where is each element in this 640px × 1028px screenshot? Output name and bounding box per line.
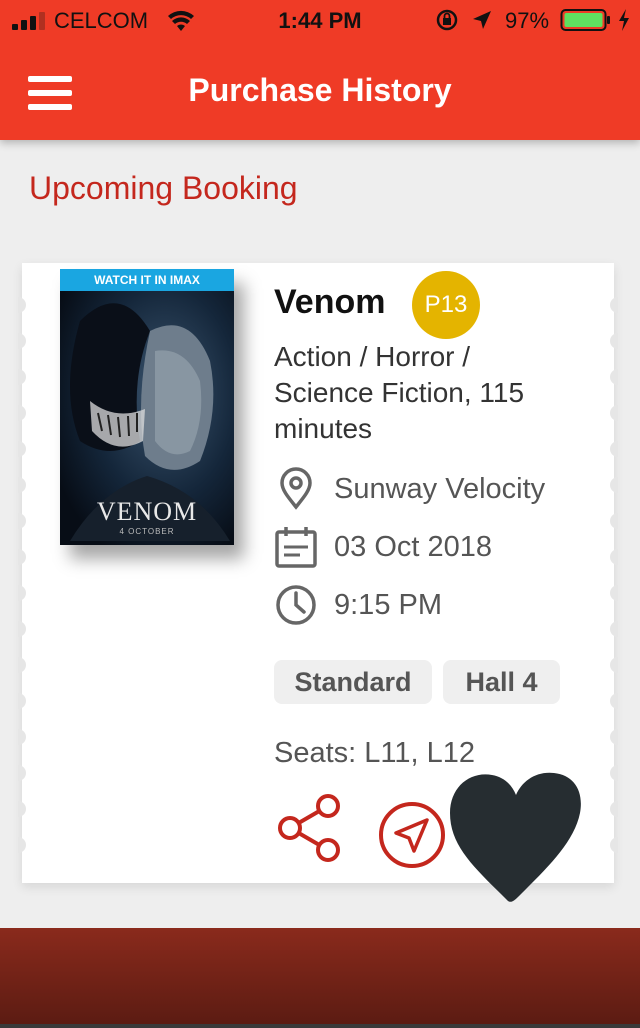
format-chip: Standard <box>274 660 432 704</box>
app-header: CELCOM 1:44 PM 97% Purchase History <box>0 0 640 140</box>
seats-info: Seats: L11, L12 <box>274 737 476 769</box>
share-icon[interactable] <box>276 793 344 863</box>
poster-date: 4 OCTOBER <box>119 527 175 536</box>
poster-title: VENOM <box>96 497 198 526</box>
booking-card[interactable]: WATCH IT IN IMAX VENOM 4 OCTOBER Venom P… <box>18 263 618 902</box>
status-bar: CELCOM 1:44 PM 97% <box>0 0 640 40</box>
battery-percent: 97% <box>505 8 550 33</box>
bottom-divider <box>0 1024 640 1028</box>
show-date: 03 Oct 2018 <box>334 531 492 563</box>
location-icon <box>473 11 491 29</box>
poster-band-text: WATCH IT IN IMAX <box>60 269 234 291</box>
movie-poster: WATCH IT IN IMAX VENOM 4 OCTOBER <box>60 269 234 545</box>
location-pin-icon <box>280 467 312 510</box>
rating-badge: P13 <box>412 271 480 339</box>
ticket-perforation-right <box>608 287 618 867</box>
page-title: Purchase History <box>188 72 452 108</box>
clock-icon <box>276 585 316 625</box>
section-title: Upcoming Booking <box>29 170 298 206</box>
show-time: 9:15 PM <box>334 589 442 621</box>
rotation-lock-icon <box>436 9 458 31</box>
hall-chip: Hall 4 <box>443 660 560 704</box>
calendar-icon <box>275 527 317 568</box>
battery-icon <box>560 9 610 31</box>
next-booking-preview <box>0 928 640 1028</box>
navigation-icon[interactable] <box>378 801 446 869</box>
movie-genre-duration: Action / Horror / Science Fiction, 115 m… <box>274 341 525 444</box>
movie-title: Venom <box>274 283 386 321</box>
heart-overlay <box>450 772 581 902</box>
ticket-perforation-left <box>18 287 28 867</box>
cinema-name: Sunway Velocity <box>334 473 546 505</box>
charging-icon <box>619 9 629 31</box>
